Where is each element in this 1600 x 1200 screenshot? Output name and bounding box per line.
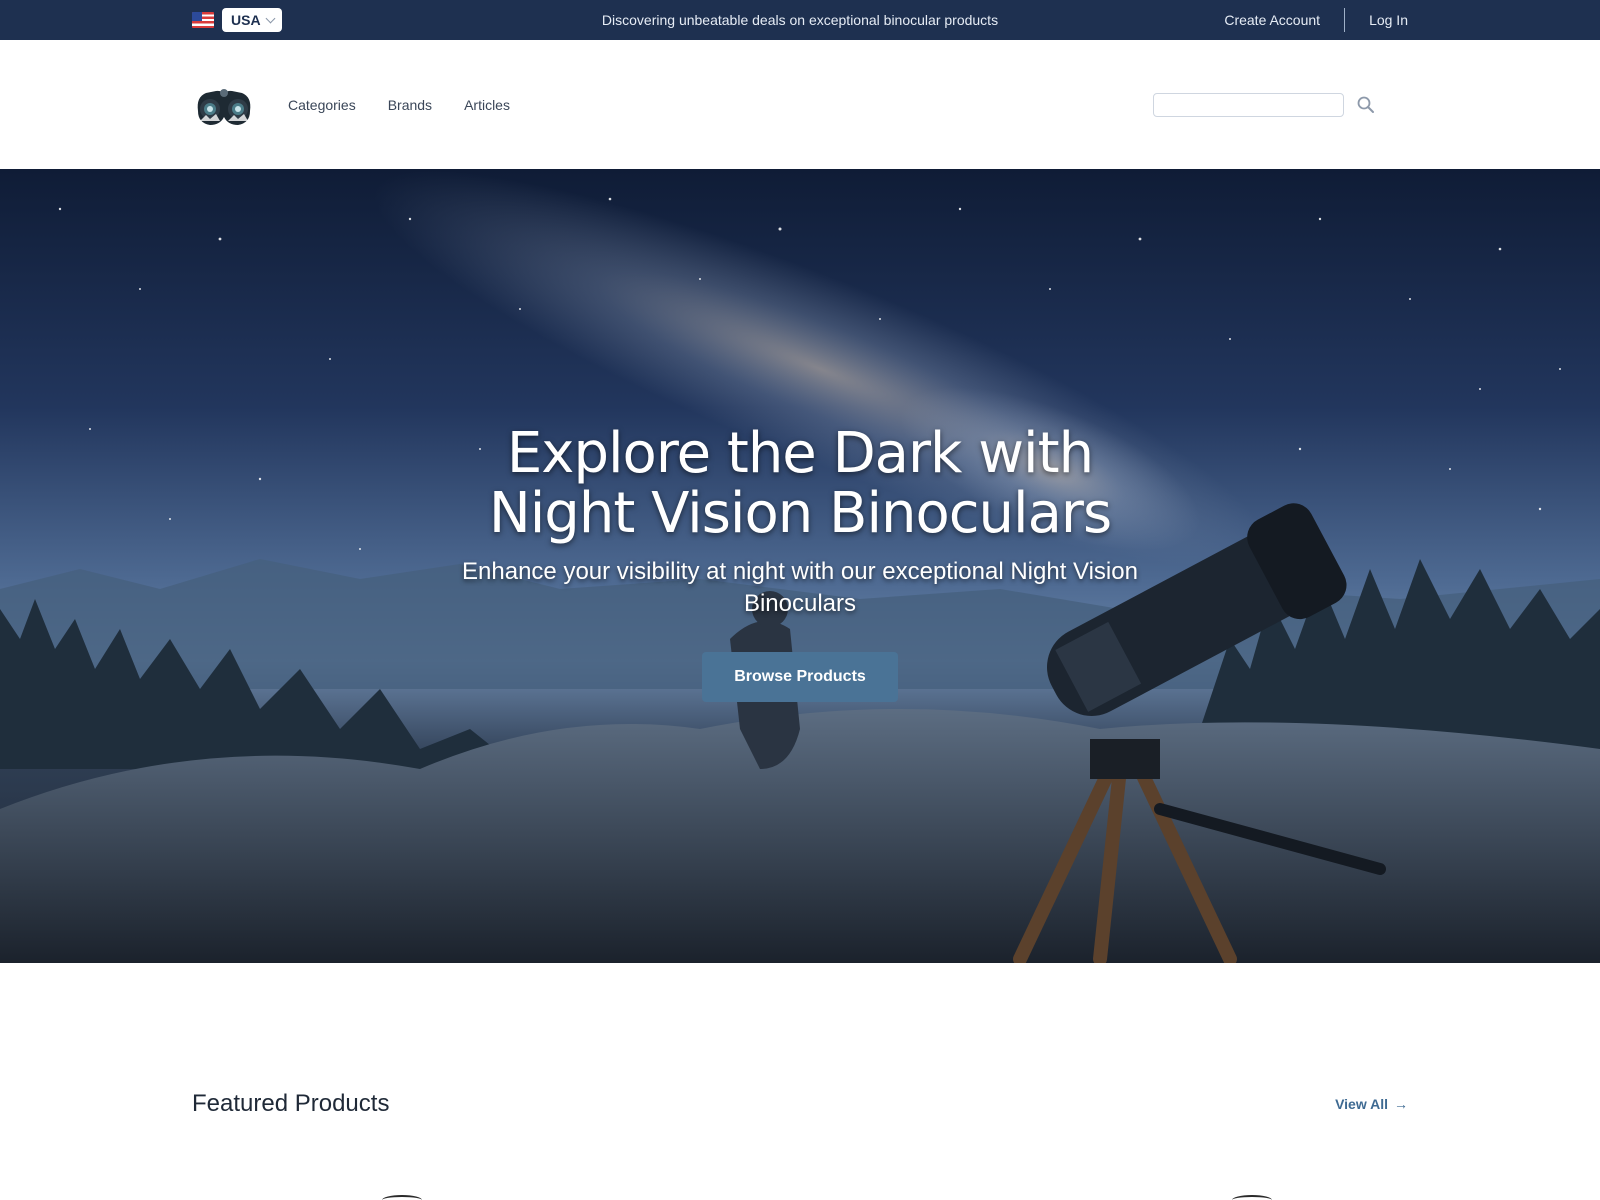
country-label: USA (231, 12, 261, 28)
hero-title: Explore the Dark with Night Vision Binoc… (488, 421, 1112, 546)
login-link[interactable]: Log In (1369, 12, 1408, 28)
arrow-right-icon: → (1394, 1096, 1408, 1112)
product-image-peek (382, 1195, 422, 1200)
account-links: Create Account Log In (1224, 8, 1408, 32)
view-all-link[interactable]: View All → (1335, 1096, 1408, 1112)
view-all-label: View All (1335, 1096, 1388, 1112)
featured-products-header: Featured Products View All → (192, 1090, 1408, 1118)
hero-content: Explore the Dark with Night Vision Binoc… (0, 424, 1600, 702)
search-bar (1153, 92, 1376, 117)
hero-subtitle: Enhance your visibility at night with ou… (462, 558, 1138, 617)
binoculars-logo-icon[interactable] (192, 81, 256, 129)
browse-products-button[interactable]: Browse Products (702, 652, 898, 702)
search-input[interactable] (1153, 92, 1344, 117)
divider (1344, 8, 1346, 32)
main-nav: Categories Brands Articles (288, 97, 510, 113)
nav-brands[interactable]: Brands (388, 97, 432, 113)
top-bar: Discovering unbeatable deals on exceptio… (0, 0, 1600, 40)
country-selector[interactable]: USA (192, 8, 282, 32)
nav-articles[interactable]: Articles (464, 97, 510, 113)
site-header: Categories Brands Articles (0, 40, 1600, 169)
nav-categories[interactable]: Categories (288, 97, 356, 113)
product-image-peek (1232, 1195, 1272, 1200)
us-flag-icon (192, 12, 214, 28)
create-account-link[interactable]: Create Account (1224, 12, 1320, 28)
hero-banner: Explore the Dark with Night Vision Binoc… (0, 169, 1600, 963)
search-icon[interactable] (1356, 95, 1376, 115)
country-dropdown[interactable]: USA (222, 8, 282, 32)
featured-title: Featured Products (192, 1090, 390, 1117)
chevron-down-icon (265, 13, 276, 23)
